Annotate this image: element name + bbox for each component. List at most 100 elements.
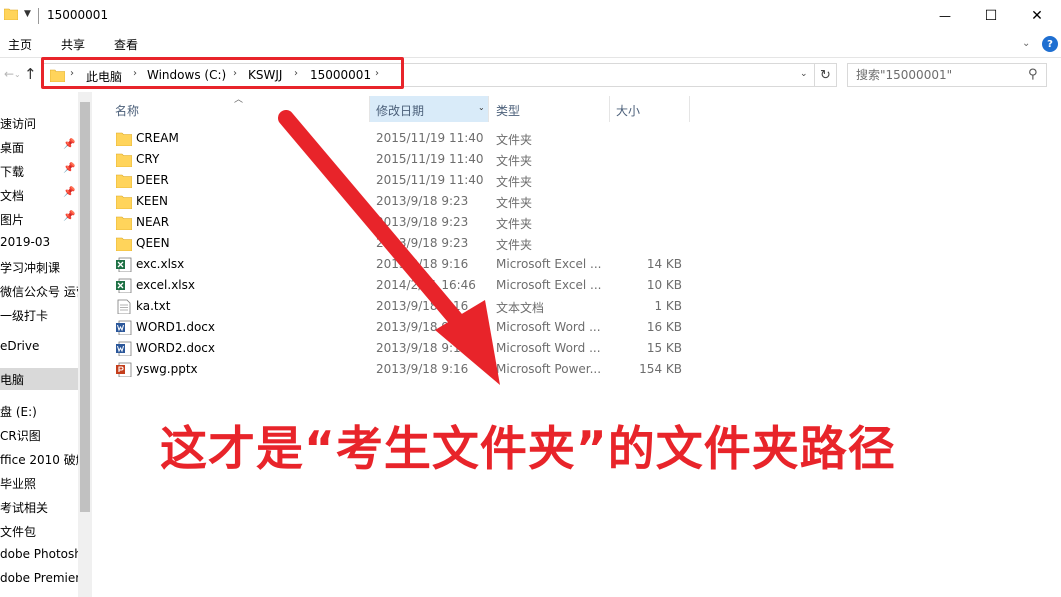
file-row[interactable]: QEEN 2013/9/18 9:23 文件夹 bbox=[108, 233, 688, 254]
sidebar-item-photoshop[interactable]: dobe Photosh bbox=[0, 544, 78, 566]
maximize-button[interactable]: ☐ bbox=[968, 0, 1014, 32]
search-box[interactable]: ⚲ bbox=[847, 63, 1047, 87]
column-header-type[interactable]: 类型 bbox=[490, 96, 610, 122]
file-date: 2015/11/19 11:40 bbox=[376, 152, 484, 166]
title-bar: ▼ 15000001 — ☐ ✕ bbox=[0, 0, 1061, 32]
sidebar-item-desktop[interactable]: 桌面 📌 bbox=[0, 136, 78, 158]
quick-access-dropdown-icon[interactable]: ▼ bbox=[24, 9, 31, 19]
folder-icon bbox=[116, 237, 132, 251]
minimize-button[interactable]: — bbox=[922, 0, 968, 32]
pin-icon: 📌 bbox=[63, 163, 76, 174]
column-header-size[interactable]: 大小 bbox=[610, 96, 690, 122]
up-arrow-icon[interactable]: ↑ bbox=[24, 65, 37, 83]
help-icon[interactable]: ? bbox=[1042, 36, 1058, 52]
sidebar-item-level-one[interactable]: 一级打卡 bbox=[0, 304, 78, 326]
search-input[interactable] bbox=[848, 64, 1024, 86]
file-row[interactable]: NEAR 2013/9/18 9:23 文件夹 bbox=[108, 212, 688, 233]
sidebar-item-2019-03[interactable]: 2019-03 bbox=[0, 232, 78, 254]
file-size: 1 KB bbox=[654, 299, 682, 313]
chevron-down-icon[interactable]: ⌄ bbox=[1022, 38, 1030, 49]
pin-icon: 📌 bbox=[63, 211, 76, 222]
excel-icon bbox=[116, 257, 132, 272]
file-type: Microsoft Word ... bbox=[496, 320, 601, 334]
file-size: 14 KB bbox=[646, 257, 682, 271]
refresh-button[interactable]: ↻ bbox=[815, 63, 837, 87]
file-row[interactable]: WORD1.docx 2013/9/18 9:16 Microsoft Word .… bbox=[108, 317, 688, 338]
window-title: 15000001 bbox=[47, 8, 109, 22]
file-date: 2013/9/18 9:16 bbox=[376, 320, 469, 334]
file-row[interactable]: WORD2.docx 2013/9/18 9:16 Microsoft Word .… bbox=[108, 338, 688, 359]
sidebar-item-documents[interactable]: 文档 📌 bbox=[0, 184, 78, 206]
file-row[interactable]: ka.txt 2013/9/18 9:16 文本文档 1 KB bbox=[108, 296, 688, 317]
file-row[interactable]: excel.xlsx 2014/2/11 16:46 Microsoft Excel… bbox=[108, 275, 688, 296]
folder-icon bbox=[116, 132, 132, 146]
file-row[interactable]: yswg.pptx 2013/9/18 9:16 Microsoft Power..… bbox=[108, 359, 688, 380]
file-type: 文本文档 bbox=[496, 301, 545, 315]
file-row[interactable]: CRY 2015/11/19 11:40 文件夹 bbox=[108, 149, 688, 170]
file-name: QEEN bbox=[136, 236, 170, 250]
sidebar-item-this-pc[interactable]: 电脑 bbox=[0, 368, 78, 390]
file-row[interactable]: exc.xlsx 2013/9/18 9:16 Microsoft Excel ..… bbox=[108, 254, 688, 275]
file-name: KEEN bbox=[136, 194, 169, 208]
tab-view[interactable]: 查看 bbox=[114, 36, 138, 53]
sidebar-item-wechat[interactable]: 微信公众号 运营 bbox=[0, 280, 78, 302]
file-name: yswg.pptx bbox=[136, 362, 198, 376]
column-header-date[interactable]: 修改日期 bbox=[369, 96, 489, 122]
file-row[interactable]: KEEN 2013/9/18 9:23 文件夹 bbox=[108, 191, 688, 212]
recent-locations-dropdown-icon[interactable]: ⌄ bbox=[14, 70, 21, 79]
sidebar-item-quick-access[interactable]: 速访问 bbox=[0, 112, 78, 134]
close-icon: ✕ bbox=[1031, 8, 1043, 24]
file-date: 2013/9/18 9:23 bbox=[376, 215, 469, 229]
annotation-text: 这才是“考生文件夹”的文件夹路径 bbox=[160, 422, 896, 477]
folder-icon bbox=[4, 8, 18, 20]
sidebar-item-exam[interactable]: 考试相关 bbox=[0, 496, 78, 518]
sidebar-item-pictures[interactable]: 图片 📌 bbox=[0, 208, 78, 230]
sidebar-item-onedrive[interactable]: eDrive bbox=[0, 336, 78, 358]
sidebar-item-study-course[interactable]: 学习冲刺课 bbox=[0, 256, 78, 278]
file-name: WORD2.docx bbox=[136, 341, 215, 355]
file-type: 文件夹 bbox=[496, 238, 533, 252]
back-arrow-icon[interactable]: ← bbox=[4, 67, 14, 81]
sidebar-item-file-package[interactable]: 文件包 bbox=[0, 520, 78, 542]
folder-icon bbox=[116, 174, 132, 188]
sidebar-item-downloads[interactable]: 下载 📌 bbox=[0, 160, 78, 182]
file-type: 文件夹 bbox=[496, 175, 533, 189]
folder-icon bbox=[116, 195, 132, 209]
tab-share[interactable]: 共享 bbox=[61, 36, 85, 53]
word-icon bbox=[116, 341, 132, 356]
sidebar-scrollbar-thumb[interactable] bbox=[80, 102, 90, 512]
sidebar-item-office-2010[interactable]: ffice 2010 破解 bbox=[0, 448, 78, 470]
chevron-down-icon[interactable]: ⌄ bbox=[478, 103, 485, 112]
file-type: 文件夹 bbox=[496, 133, 533, 147]
file-type: Microsoft Excel ... bbox=[496, 257, 602, 271]
pin-icon: 📌 bbox=[63, 187, 76, 198]
file-name: CRY bbox=[136, 152, 160, 166]
file-date: 2013/9/18 9:16 bbox=[376, 362, 469, 376]
file-type: Microsoft Excel ... bbox=[496, 278, 602, 292]
search-icon[interactable]: ⚲ bbox=[1028, 67, 1038, 82]
file-size: 15 KB bbox=[646, 341, 682, 355]
file-row[interactable]: DEER 2015/11/19 11:40 文件夹 bbox=[108, 170, 688, 191]
sidebar-item-ocr[interactable]: CR识图 bbox=[0, 424, 78, 446]
file-size: 16 KB bbox=[646, 320, 682, 334]
file-name: NEAR bbox=[136, 215, 170, 229]
refresh-icon: ↻ bbox=[820, 67, 831, 83]
address-dropdown-icon[interactable]: ⌄ bbox=[800, 69, 808, 79]
sidebar-item-premiere[interactable]: dobe Premier bbox=[0, 568, 78, 590]
file-date: 2013/9/18 9:16 bbox=[376, 341, 469, 355]
file-type: 文件夹 bbox=[496, 154, 533, 168]
sidebar-item-drive-e[interactable]: 盘 (E:) bbox=[0, 400, 78, 422]
file-type: 文件夹 bbox=[496, 217, 533, 231]
file-date: 2013/9/18 9:23 bbox=[376, 194, 469, 208]
sidebar-item-graduation[interactable]: 毕业照 bbox=[0, 472, 78, 494]
file-type: Microsoft Power... bbox=[496, 362, 602, 376]
file-row[interactable]: CREAM 2015/11/19 11:40 文件夹 bbox=[108, 128, 688, 149]
close-button[interactable]: ✕ bbox=[1014, 0, 1060, 32]
file-name: exc.xlsx bbox=[136, 257, 185, 271]
file-name: WORD1.docx bbox=[136, 320, 215, 334]
file-name: DEER bbox=[136, 173, 169, 187]
file-date: 2013/9/18 9:16 bbox=[376, 299, 469, 313]
file-size: 154 KB bbox=[639, 362, 682, 376]
tab-home[interactable]: 主页 bbox=[8, 36, 32, 53]
column-header-name[interactable]: 名称 bbox=[108, 96, 368, 122]
